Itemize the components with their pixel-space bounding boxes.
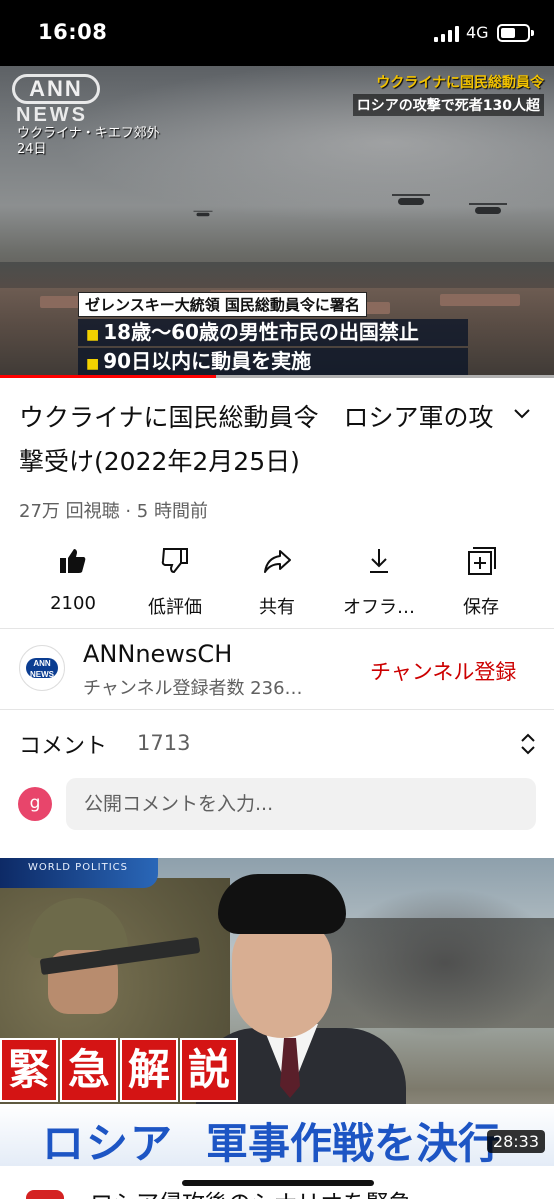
video-duration: 28:33: [486, 1130, 545, 1153]
video-thumbnail[interactable]: WORLD POLITICS 緊 急 解 説 ロシア 軍事作戦を決行 28:33: [0, 858, 554, 1166]
share-button[interactable]: 共有: [227, 545, 327, 619]
lower-third-caption: ゼレンスキー大統領 国民総動員令に署名 ■ 18歳～60歳の男性市民の出国禁止 ■…: [78, 292, 468, 375]
save-button[interactable]: 保存: [431, 545, 531, 619]
comments-title[interactable]: コメント: [19, 728, 107, 760]
channel-subscriber-count: チャンネル登録者数 236…: [83, 678, 303, 699]
battery-icon: [497, 24, 534, 42]
divider: [0, 709, 554, 710]
thumbnail-banner: ロシア 軍事作戦を決行: [0, 1104, 554, 1166]
ann-news-logo: ANN NEWS: [12, 74, 100, 126]
share-icon: [264, 550, 291, 573]
helicopter-icon: [193, 210, 213, 217]
action-bar: 2100 低評価 共有 オフラ… 保存: [0, 545, 554, 618]
status-bar: 16:08 4G: [0, 0, 554, 66]
chevron-down-icon[interactable]: [512, 404, 532, 424]
channel-avatar: [26, 1190, 64, 1199]
corner-caption: ウクライナに国民総動員令 ロシアの攻撃で死者130人超: [352, 72, 544, 116]
world-politics-badge: WORLD POLITICS: [0, 858, 158, 888]
dislike-button[interactable]: 低評価: [125, 545, 225, 619]
channel-name[interactable]: ANNnewsCH: [83, 640, 232, 668]
comments-count: 1713: [137, 731, 191, 755]
home-indicator[interactable]: [182, 1180, 374, 1186]
sort-icon[interactable]: [518, 732, 538, 756]
thumb-down-icon: [161, 548, 188, 574]
thumb-up-icon: [60, 549, 86, 573]
like-button[interactable]: 2100: [23, 545, 123, 614]
comment-input[interactable]: 公開コメントを入力...: [66, 778, 536, 830]
divider: [0, 628, 554, 629]
subscribe-button[interactable]: チャンネル登録: [370, 656, 516, 686]
network-type: 4G: [466, 23, 489, 42]
video-progress-bar[interactable]: [0, 375, 554, 378]
status-time: 16:08: [38, 20, 108, 44]
offline-button[interactable]: オフラ…: [329, 545, 429, 619]
video-meta: 27万 回視聴 · 5 時間前: [19, 501, 208, 522]
location-caption: ウクライナ・キエフ郊外 24日: [17, 126, 160, 157]
video-player[interactable]: ANN NEWS ウクライナ・キエフ郊外 24日 ウクライナに国民総動員令 ロシ…: [0, 66, 554, 377]
video-title: ウクライナに国民総動員令 ロシア軍の攻撃受け(2022年2月25日): [19, 403, 494, 476]
signal-icon: [434, 26, 460, 42]
next-video-title: ロシア侵攻後のシナリオを緊急…: [90, 1184, 435, 1199]
download-icon: [370, 549, 388, 573]
helicopter-icon: [392, 194, 430, 205]
playlist-add-icon: [468, 547, 496, 575]
channel-avatar[interactable]: ANN NEWS: [19, 645, 65, 691]
helicopter-icon: [469, 203, 507, 214]
user-avatar: g: [18, 787, 52, 821]
